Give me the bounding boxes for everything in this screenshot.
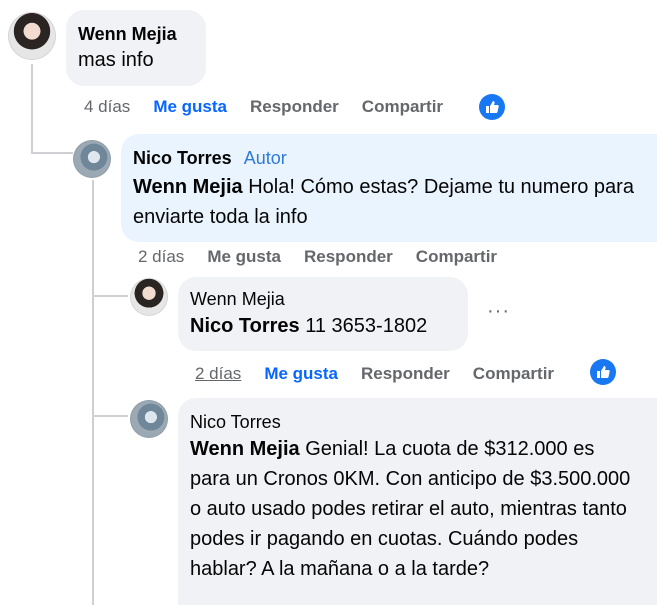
- avatar[interactable]: [130, 400, 168, 438]
- comment-author[interactable]: Wenn Mejia: [78, 22, 194, 46]
- share-button[interactable]: Compartir: [362, 97, 443, 117]
- comment-text: Nico Torres 11 3653-1802: [190, 311, 456, 341]
- comment-time[interactable]: 4 días: [84, 97, 130, 117]
- avatar[interactable]: [8, 12, 56, 60]
- thread-line-1-curve: [31, 152, 73, 154]
- comment-time[interactable]: 2 días: [195, 364, 241, 384]
- comment-text: mas info: [78, 49, 154, 71]
- comment-time[interactable]: 2 días: [138, 247, 184, 267]
- comment-text: Wenn Mejia Genial! La cuota de $312.000 …: [190, 434, 645, 584]
- mention-link[interactable]: Nico Torres: [190, 315, 300, 337]
- comment-bubble: Nico Torres Autor Wenn Mejia Hola! Cómo …: [121, 134, 657, 242]
- like-button[interactable]: Me gusta: [264, 364, 338, 384]
- author-badge: Autor: [243, 148, 287, 168]
- like-button[interactable]: Me gusta: [207, 247, 281, 267]
- reply-button[interactable]: Responder: [304, 247, 393, 267]
- thread-line-2-branch-a: [92, 295, 128, 297]
- like-reaction-icon[interactable]: [479, 94, 505, 120]
- share-button[interactable]: Compartir: [473, 364, 554, 384]
- thread-line-2-branch-b: [92, 415, 128, 417]
- thread-line-1: [31, 64, 33, 154]
- comment-author[interactable]: Wenn Mejia: [190, 287, 456, 311]
- mention-link[interactable]: Wenn Mejia: [190, 438, 300, 460]
- share-button[interactable]: Compartir: [416, 247, 497, 267]
- comment-body: 11 3653-1802: [299, 315, 428, 337]
- comment-author[interactable]: Nico Torres: [133, 146, 232, 170]
- mention-link[interactable]: Wenn Mejia: [133, 176, 243, 198]
- comment-bubble: Wenn Mejia Nico Torres 11 3653-1802: [178, 277, 468, 351]
- comment-bubble: Wenn Mejia mas info: [66, 10, 206, 86]
- reply-button[interactable]: Responder: [250, 97, 339, 117]
- more-options-icon[interactable]: ···: [487, 300, 510, 323]
- comment-actions: 2 días Me gusta Responder Compartir: [195, 364, 577, 384]
- reply-button[interactable]: Responder: [361, 364, 450, 384]
- like-reaction-icon[interactable]: [590, 359, 616, 385]
- comment-author[interactable]: Nico Torres: [190, 410, 645, 434]
- comment-actions: 4 días Me gusta Responder Compartir: [84, 97, 466, 117]
- like-button[interactable]: Me gusta: [153, 97, 227, 117]
- avatar[interactable]: [130, 278, 168, 316]
- comment-actions: 2 días Me gusta Responder Compartir: [138, 247, 520, 267]
- comment-text: Wenn Mejia Hola! Cómo estas? Dejame tu n…: [133, 172, 645, 232]
- thread-line-2: [92, 180, 94, 605]
- comment-bubble: Nico Torres Wenn Mejia Genial! La cuota …: [178, 398, 657, 605]
- avatar[interactable]: [73, 140, 111, 178]
- comment-header: Nico Torres Autor: [133, 146, 645, 170]
